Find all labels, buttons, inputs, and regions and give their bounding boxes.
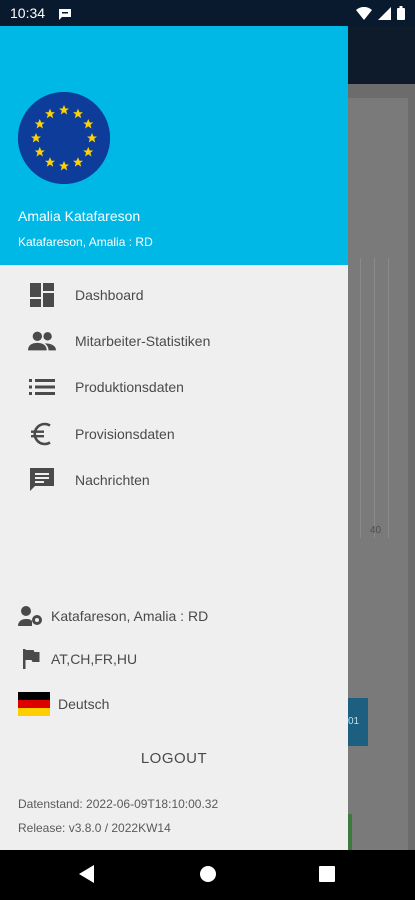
background-app-scrim[interactable]: 40 01 xyxy=(348,26,415,850)
wifi-icon xyxy=(356,6,372,25)
countries-item[interactable]: AT,CH,FR,HU xyxy=(0,644,348,674)
user-settings-icon xyxy=(18,603,44,629)
menu-item-label: Mitarbeiter-Statistiken xyxy=(75,333,211,349)
language-item[interactable]: Deutsch xyxy=(0,689,348,719)
signal-icon xyxy=(378,6,391,25)
status-time: 10:34 xyxy=(10,5,46,21)
back-icon[interactable] xyxy=(78,864,96,889)
menu-item-produktionsdaten[interactable]: Produktionsdaten xyxy=(0,365,348,409)
background-card xyxy=(348,544,408,850)
drawer-header: Amalia Katafareson Katafareson, Amalia :… xyxy=(0,26,348,265)
menu-item-nachrichten[interactable]: Nachrichten xyxy=(0,458,348,502)
background-button-label: 01 xyxy=(348,716,360,727)
menu-item-mitarbeiter-statistiken[interactable]: Mitarbeiter-Statistiken xyxy=(0,319,348,363)
people-icon xyxy=(28,327,56,355)
chart-gridline xyxy=(388,258,389,538)
status-icons xyxy=(356,6,405,25)
user-settings-label: Katafareson, Amalia : RD xyxy=(51,608,209,624)
dashboard-icon xyxy=(28,281,56,309)
list-icon xyxy=(28,373,56,401)
user-settings-item[interactable]: Katafareson, Amalia : RD xyxy=(0,601,348,631)
chart-tick-label: 40 xyxy=(370,525,382,536)
menu-item-dashboard[interactable]: Dashboard xyxy=(0,273,348,317)
system-nav-bar xyxy=(0,850,415,900)
background-bar xyxy=(348,814,352,850)
language-label: Deutsch xyxy=(58,696,110,712)
menu-item-label: Provisionsdaten xyxy=(75,426,175,442)
message-icon xyxy=(58,7,72,25)
recents-icon[interactable] xyxy=(318,865,336,888)
german-flag-icon xyxy=(18,691,50,717)
menu-item-label: Produktionsdaten xyxy=(75,379,184,395)
chart-gridline xyxy=(374,258,375,538)
menu-item-label: Dashboard xyxy=(75,287,144,303)
user-subtitle: Katafareson, Amalia : RD xyxy=(18,235,153,249)
background-button: 01 xyxy=(348,698,368,746)
background-toolbar xyxy=(348,26,415,84)
background-chart-card: 40 xyxy=(348,98,408,548)
menu-item-label: Nachrichten xyxy=(75,472,150,488)
datenstand-text: Datenstand: 2022-06-09T18:10:00.32 xyxy=(18,797,219,811)
status-bar: 10:34 xyxy=(0,0,415,26)
countries-label: AT,CH,FR,HU xyxy=(51,651,138,667)
user-name: Amalia Katafareson xyxy=(18,208,141,224)
release-text: Release: v3.8.0 / 2022KW14 xyxy=(18,821,171,835)
menu-item-provisionsdaten[interactable]: Provisionsdaten xyxy=(0,412,348,456)
navigation-drawer: Amalia Katafareson Katafareson, Amalia :… xyxy=(0,26,348,850)
chart-gridline xyxy=(360,258,361,538)
flag-icon xyxy=(18,646,44,672)
euro-icon xyxy=(28,420,56,448)
battery-icon xyxy=(397,6,405,25)
eu-flag-icon xyxy=(18,92,110,184)
message-icon xyxy=(28,466,56,494)
logout-button[interactable]: LOGOUT xyxy=(0,750,348,767)
home-icon[interactable] xyxy=(198,864,218,889)
